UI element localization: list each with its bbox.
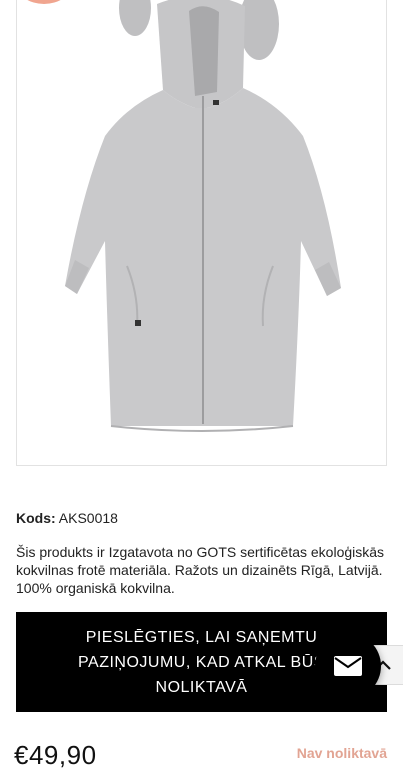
hooded-robe-image [65,0,341,432]
product-code: Kods: AKS0018 [16,510,118,526]
notify-button-label: PIESLĒGTIES, LAI SAŅEMTU PAZIŅOJUMU, KAD… [78,628,325,696]
email-contact-button[interactable] [315,633,381,699]
stock-status: Nav noliktavā [296,745,387,761]
product-description: Šis produkts ir Izgatavota no GOTS serti… [16,544,385,596]
product-code-label: Kods: [16,510,56,526]
product-code-value: AKS0018 [58,510,118,526]
product-price: €49,90 [14,740,97,768]
envelope-icon [334,656,362,676]
product-image-frame[interactable] [16,0,387,466]
